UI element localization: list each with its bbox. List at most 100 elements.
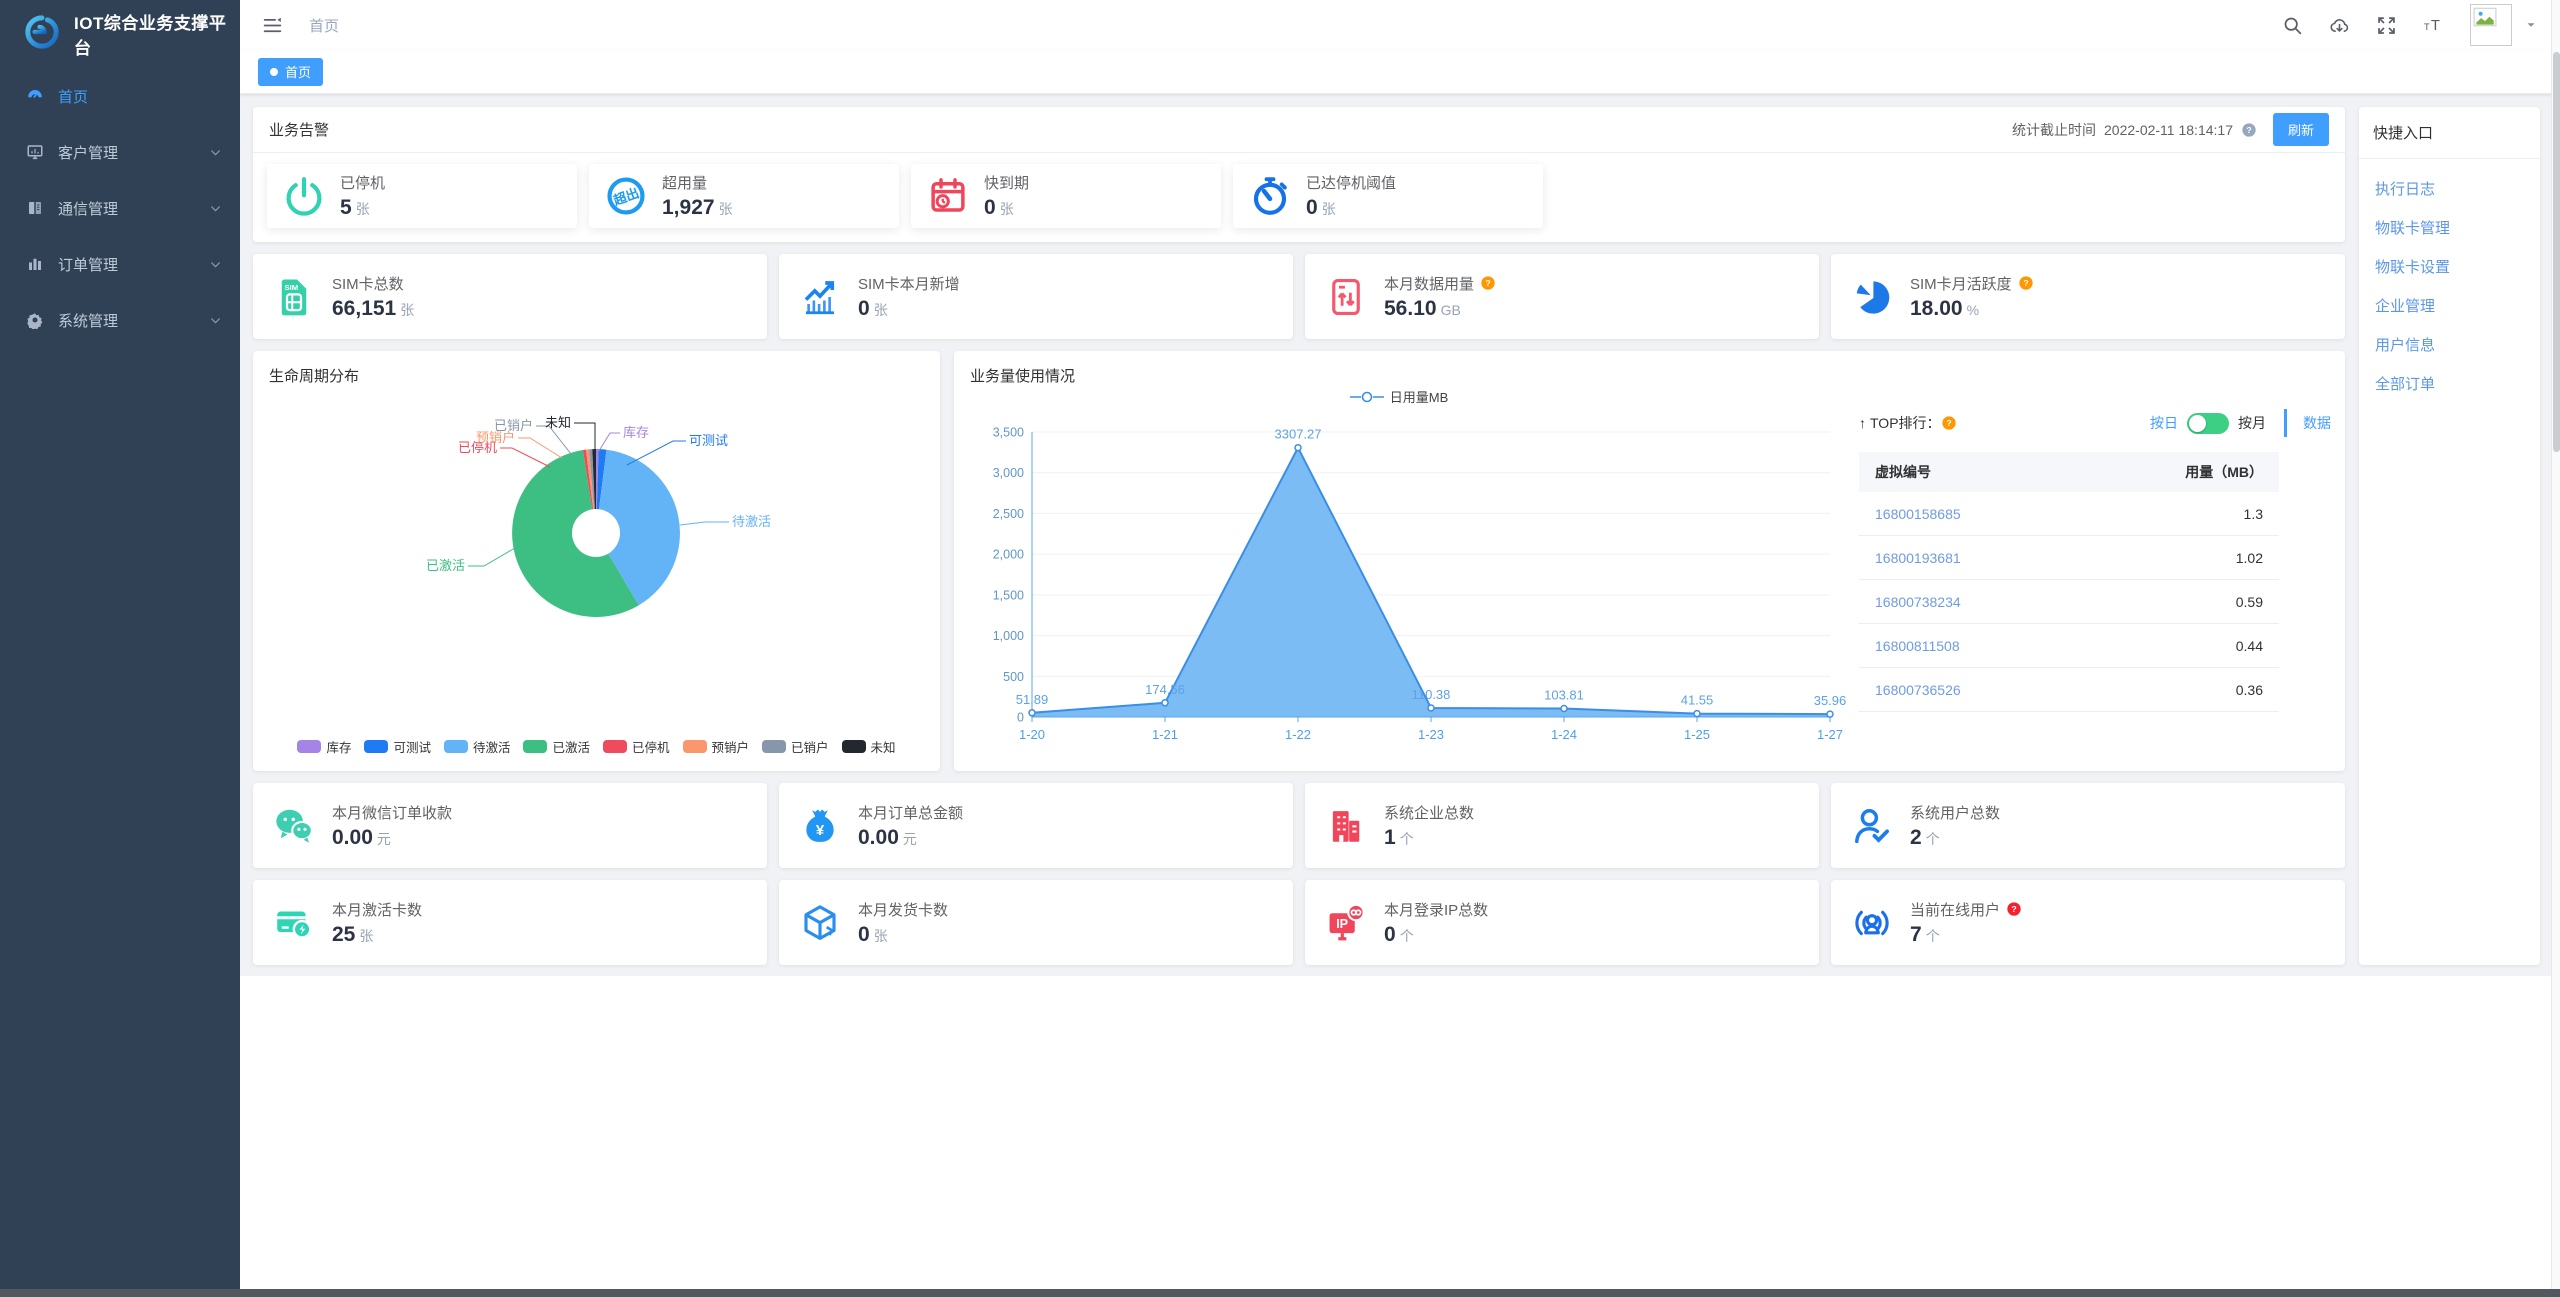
stat-unit: 个 (1399, 830, 1414, 847)
stat-unit: 张 (873, 301, 888, 318)
table-row: 16800738234 0.59 (1859, 580, 2279, 624)
quick-link[interactable]: 用户信息 (2375, 325, 2540, 364)
legend-item[interactable]: 库存 (297, 737, 351, 756)
data-point[interactable] (1693, 709, 1701, 718)
legend-item[interactable]: 预销户 (682, 737, 750, 756)
data-label: 35.96 (1814, 693, 1847, 708)
quick-link[interactable]: 全部订单 (2375, 364, 2540, 403)
virtual-number-link[interactable]: 16800811508 (1859, 638, 2139, 654)
table-header-row: 虚拟编号 用量（MB） (1859, 452, 2279, 492)
breadcrumb[interactable]: 首页 (309, 15, 339, 36)
data-point[interactable] (1161, 699, 1169, 707)
data-point[interactable] (1294, 443, 1302, 452)
legend-label: 已停机 (632, 741, 670, 755)
sim-icon: SIM (273, 276, 315, 318)
usage-title: 业务量使用情况 (970, 368, 1076, 385)
data-label: 174.56 (1145, 682, 1185, 697)
legend-item[interactable]: 已停机 (603, 737, 670, 756)
legend-item[interactable]: 已销户 (762, 737, 829, 756)
help-icon[interactable]: ? (1941, 415, 1957, 431)
sidebar-item-customer[interactable]: 客户管理 (0, 124, 240, 180)
stat-value: 0个 (1384, 922, 1414, 946)
stat-value: 0张 (984, 196, 1014, 219)
legend-label: 预销户 (711, 741, 750, 755)
tab-home[interactable]: 首页 (258, 57, 324, 86)
legend-item[interactable]: 已激活 (523, 737, 590, 756)
quick-link[interactable]: 物联卡管理 (2375, 208, 2540, 247)
quick-link[interactable]: 物联卡设置 (2375, 247, 2540, 286)
stat-card: 本月激活卡数 25 张 (253, 880, 767, 965)
stat-card: 系统用户总数 2 个 (1831, 783, 2345, 868)
data-button[interactable]: 数据 (2303, 413, 2331, 433)
series-line (1031, 445, 1831, 716)
svg-text:?: ? (1485, 278, 1490, 288)
lifecycle-pie-chart[interactable]: 库存可测试待激活已激活已停机预销户已销户 未知 (253, 395, 940, 727)
stat-card: IP 本月登录IP总数 0 个 (1305, 880, 1819, 965)
hamburger-icon[interactable] (262, 15, 283, 36)
stat-card: 快到期 0 张 (911, 164, 1221, 228)
search-icon[interactable] (2282, 15, 2303, 36)
deadline-label: 统计截止时间 (2012, 121, 2097, 138)
legend-item[interactable]: 未知 (841, 737, 896, 756)
help-icon[interactable]: ? (2018, 275, 2034, 291)
pie-label-line (574, 422, 596, 449)
stat-card: 已达停机阈值 0 张 (1233, 164, 1543, 228)
window-bottom-edge (0, 1289, 2560, 1297)
sidebar-item-communication[interactable]: 通信管理 (0, 180, 240, 236)
user-check-icon (1851, 805, 1893, 847)
day-month-toggle[interactable] (2187, 412, 2229, 434)
sidebar-menu: 首页 客户管理 通信管理 订单管理 系统管理 (0, 62, 240, 348)
legend-label: 未知 (870, 741, 896, 755)
sidebar-item-home[interactable]: 首页 (0, 68, 240, 124)
quick-link[interactable]: 执行日志 (2375, 169, 2540, 208)
top-rank-table: 虚拟编号 用量（MB） 16800158685 1.3 16800193681 1.02 1… (1859, 452, 2279, 712)
y-tick-label: 3,000 (993, 466, 1024, 480)
caret-down-icon[interactable] (2524, 18, 2538, 32)
stat-label: SIM卡月活跃度? (1910, 273, 2034, 294)
page-scrollbar[interactable] (2551, 0, 2560, 1289)
business-alerts-card: 业务告警 统计截止时间 2022-02-11 18:14:17 ? 刷新 已停机… (253, 107, 2345, 242)
scrollbar-thumb[interactable] (2553, 52, 2560, 452)
svg-text:T: T (2431, 17, 2440, 33)
quick-link[interactable]: 企业管理 (2375, 286, 2540, 325)
trend-icon (799, 276, 841, 318)
stat-unit: 张 (718, 201, 733, 217)
top-rank-header: ↑ TOP排行： ? 按日 按月 数据 (1859, 409, 2331, 437)
usage-value: 1.3 (2243, 505, 2263, 522)
data-point[interactable] (1560, 704, 1568, 713)
legend-item[interactable]: 可测试 (364, 737, 431, 756)
stat-unit: 张 (999, 201, 1014, 217)
virtual-number-link[interactable]: 16800158685 (1859, 506, 2139, 522)
cloud-download-icon[interactable] (2329, 15, 2350, 36)
fontsize-icon[interactable]: TT (2423, 15, 2444, 36)
data-point[interactable] (1028, 709, 1036, 717)
stat-unit: 张 (359, 927, 374, 944)
x-tick-label: 1-25 (1684, 727, 1710, 742)
refresh-button[interactable]: 刷新 (2272, 113, 2329, 146)
legend-item[interactable]: 待激活 (443, 737, 510, 756)
help-icon[interactable]: ? (1480, 275, 1496, 291)
sidebar-item-order[interactable]: 订单管理 (0, 236, 240, 292)
data-point[interactable] (1826, 710, 1834, 718)
pie-label: 已激活 (426, 558, 465, 573)
virtual-number-link[interactable]: 16800736526 (1859, 682, 2139, 698)
sidebar-item-system[interactable]: 系统管理 (0, 292, 240, 348)
svg-text:¥: ¥ (816, 823, 825, 839)
stat-unit: % (1966, 301, 1980, 318)
fullscreen-icon[interactable] (2376, 15, 2397, 36)
table-row: 16800736526 0.36 (1859, 668, 2279, 712)
kpi-row-bottom1: 本月微信订单收款 0.00 元 ¥ 本月订单总金额 0.00 元 系统企业总数 1 个 系统用户总数… (253, 783, 2345, 868)
pie-legend: 库存 可测试 待激活 已激活 已停机 预销户 已销户 未知 (253, 737, 940, 756)
by-day-label[interactable]: 按日 (2150, 413, 2178, 433)
help-icon[interactable]: ? (2006, 901, 2022, 917)
virtual-number-link[interactable]: 16800193681 (1859, 550, 2139, 566)
usage-area-chart[interactable]: 0 500 1,000 1,500 2,000 2,500 3,000 3,500 51.89 1… (968, 401, 1858, 749)
data-point[interactable] (1427, 704, 1435, 712)
stat-value: 56.10 GB (1384, 296, 1461, 320)
avatar[interactable] (2470, 4, 2512, 46)
by-month-label[interactable]: 按月 (2238, 413, 2266, 433)
virtual-number-link[interactable]: 16800738234 (1859, 594, 2139, 610)
help-icon[interactable]: ? (2241, 122, 2257, 138)
kpi-row-bottom2: 本月激活卡数 25 张 本月发货卡数 0 张 IP 本月登录IP总数 0 个 当前在线用户? 7 个 (253, 880, 2345, 965)
pie-label: 可测试 (689, 433, 728, 448)
